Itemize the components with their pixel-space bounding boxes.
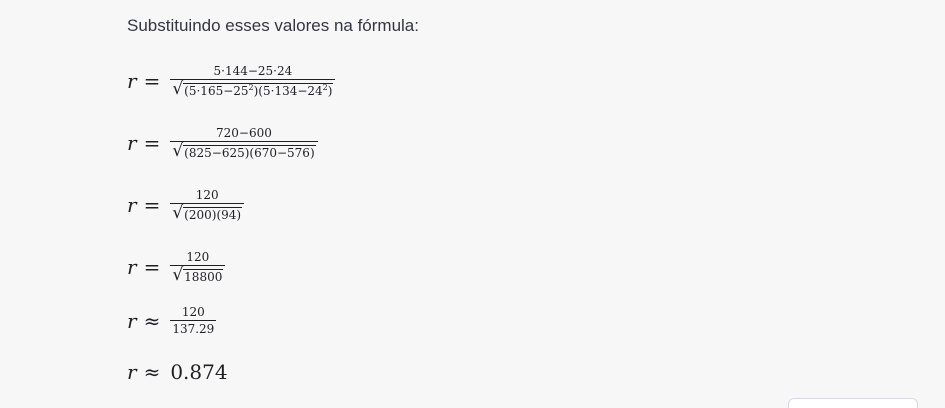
equation-operator: = xyxy=(143,193,161,217)
fraction-denominator: √ (200)(94) xyxy=(170,203,245,223)
equation-6: r ≈ 0.874 xyxy=(127,360,228,384)
fraction-denominator: √ 18800 xyxy=(170,265,226,285)
equation-variable: r xyxy=(127,255,137,279)
equation-2: r = 720−600 √ (825−625)(670−576) xyxy=(127,126,318,160)
radicand-part: (5·165−25 xyxy=(184,84,249,98)
fraction: 720−600 √ (825−625)(670−576) xyxy=(170,126,318,161)
fraction-denominator: 137.29 xyxy=(170,320,217,336)
fraction: 5·144−25·24 √ (5·165−252)(5·134−242) xyxy=(170,64,336,99)
equation-5: r ≈ 120 137.29 xyxy=(127,305,217,336)
fraction: 120 137.29 xyxy=(170,305,217,336)
equation-operator: = xyxy=(143,69,161,93)
fraction: 120 √ 18800 xyxy=(170,250,226,285)
equation-3: r = 120 √ (200)(94) xyxy=(127,188,245,223)
square-root: √ (825−625)(670−576) xyxy=(172,141,316,161)
radical-symbol: √ xyxy=(172,79,184,99)
radicand: (5·165−252)(5·134−242) xyxy=(183,83,334,98)
radicand-part: )(5·134−24 xyxy=(253,84,323,98)
equation-operator: ≈ xyxy=(143,308,161,333)
equation-result: 0.874 xyxy=(170,360,228,384)
radicand: 18800 xyxy=(183,269,224,284)
fraction-numerator: 720−600 xyxy=(216,126,272,140)
radical-symbol: √ xyxy=(172,265,184,285)
partially-visible-button[interactable] xyxy=(788,398,918,408)
radicand-part: ) xyxy=(327,84,333,98)
square-root: √ 18800 xyxy=(172,265,224,285)
fraction-denominator: √ (5·165−252)(5·134−242) xyxy=(170,79,336,99)
equation-operator: ≈ xyxy=(143,360,161,384)
fraction-numerator: 120 xyxy=(181,305,205,319)
radical-symbol: √ xyxy=(172,203,184,223)
equation-operator: = xyxy=(143,131,161,155)
radicand: (200)(94) xyxy=(183,207,243,222)
fraction: 120 √ (200)(94) xyxy=(170,188,245,223)
fraction-numerator: 120 xyxy=(195,188,219,202)
equation-variable: r xyxy=(127,193,137,217)
equation-variable: r xyxy=(127,131,137,155)
chat-message: Substituindo esses valores na fórmula: r… xyxy=(0,0,945,408)
radicand: (825−625)(670−576) xyxy=(183,145,316,160)
square-root: √ (200)(94) xyxy=(172,203,243,223)
equation-operator: = xyxy=(143,255,161,279)
fraction-denominator: √ (825−625)(670−576) xyxy=(170,141,318,161)
fraction-numerator: 5·144−25·24 xyxy=(213,64,293,78)
equation-1: r = 5·144−25·24 √ (5·165−252)(5·134−242) xyxy=(127,64,336,99)
square-root: √ (5·165−252)(5·134−242) xyxy=(172,79,334,99)
radical-symbol: √ xyxy=(172,141,184,161)
fraction-numerator: 120 xyxy=(186,250,210,264)
equation-4: r = 120 √ 18800 xyxy=(127,250,226,285)
equation-variable: r xyxy=(127,360,137,384)
intro-text: Substituindo esses valores na fórmula: xyxy=(127,16,419,35)
equation-variable: r xyxy=(127,69,137,93)
equation-variable: r xyxy=(127,308,137,333)
